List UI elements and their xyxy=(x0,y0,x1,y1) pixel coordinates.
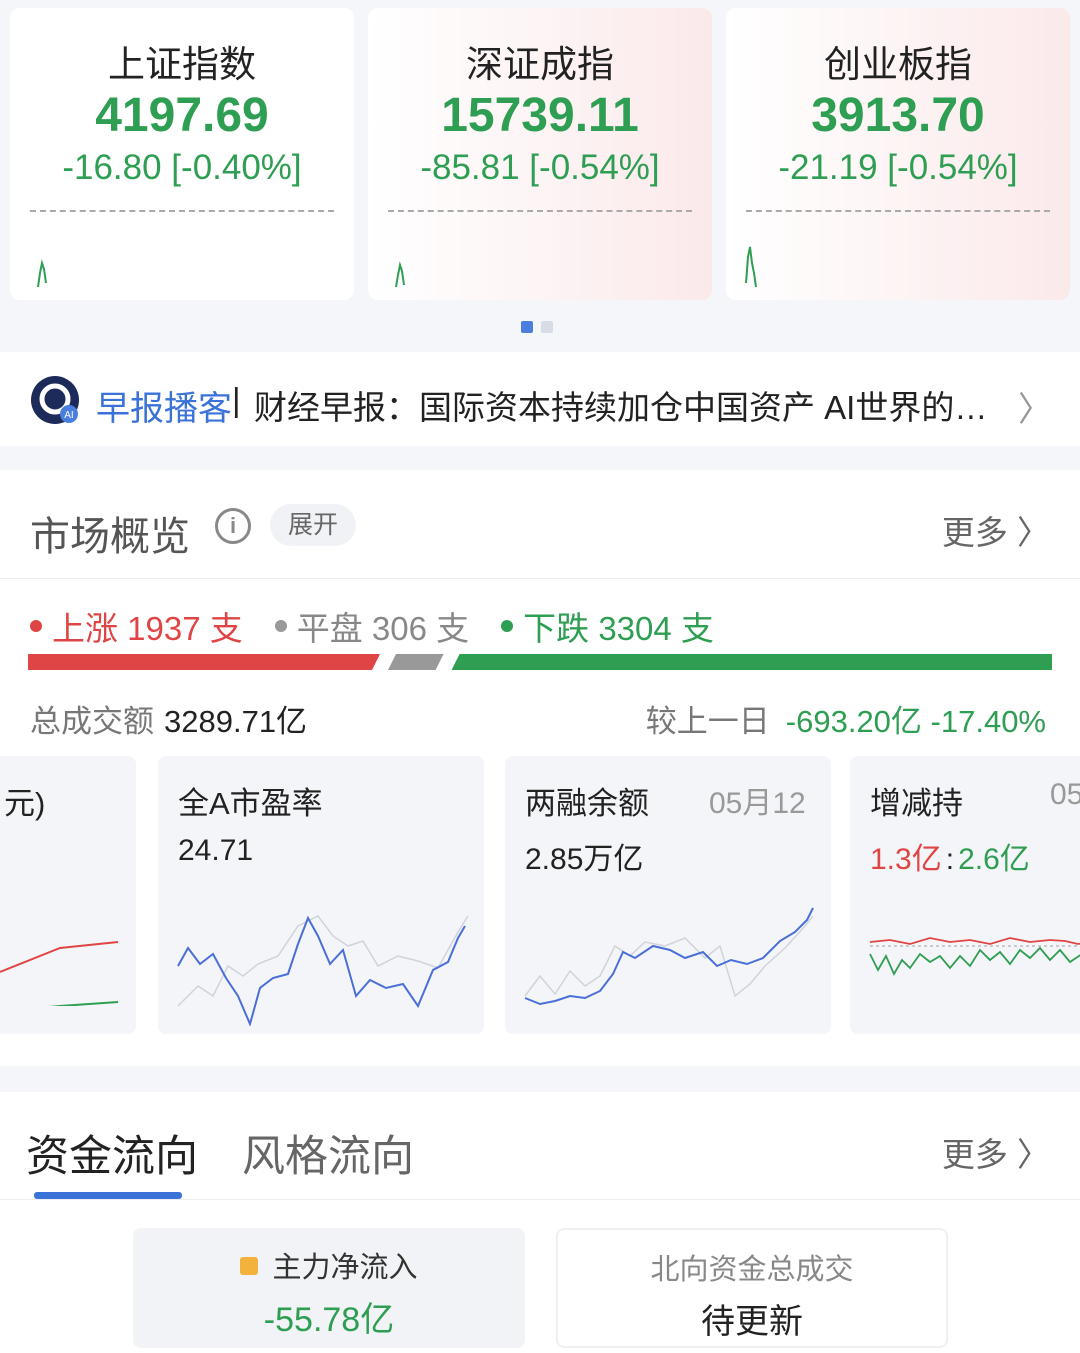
news-headline: 财经早报：国际资本持续加仓中国资产 AI世界的… xyxy=(254,389,988,426)
baseline-divider xyxy=(30,210,334,212)
chevron-right-icon: 〉 xyxy=(1018,391,1052,429)
carousel-dot xyxy=(541,321,553,333)
card-title: 元) xyxy=(4,786,46,821)
northbound-card[interactable]: 北向资金总成交 待更新 xyxy=(556,1228,948,1348)
total-turnover: 总成交额 3289.71亿 xyxy=(30,696,307,741)
tab-fund-flow[interactable]: 资金流向 xyxy=(26,1122,198,1184)
compare-value: -693.20亿 -17.40% xyxy=(785,704,1046,739)
turnover-value: 3289.71亿 xyxy=(164,704,308,739)
index-change: -85.81 [-0.54%] xyxy=(420,148,660,187)
chevron-right-icon: 〉 xyxy=(1007,514,1050,551)
index-change: -21.19 [-0.54%] xyxy=(778,148,1018,187)
stat-up: 上涨 1937 支 xyxy=(30,602,243,650)
divider xyxy=(0,578,1080,579)
advance-decline-bar xyxy=(28,654,1052,670)
card-sparkline xyxy=(0,941,119,1006)
index-card-shanghai[interactable]: 上证指数 4197.69 -16.80 [-0.40%] xyxy=(10,8,354,300)
bar-segment-flat xyxy=(387,654,444,670)
indicator-card-holdings[interactable]: 增减持 05 1.3亿:2.6亿 xyxy=(850,756,1080,1034)
index-sparkline xyxy=(745,246,757,288)
index-change: -16.80 [-0.40%] xyxy=(62,148,302,187)
index-cards-carousel[interactable]: 上证指数 4197.69 -16.80 [-0.40%] 深证成指 15739.… xyxy=(0,0,1080,350)
indicator-card-pe[interactable]: 全A市盈率 24.71 xyxy=(158,756,484,1034)
expand-button[interactable]: 展开 xyxy=(270,504,356,546)
podcast-logo-icon: AI xyxy=(31,376,79,424)
divider xyxy=(0,1199,1080,1200)
card-label: 主力净流入 xyxy=(133,1244,525,1286)
more-label: 更多 xyxy=(941,1136,1008,1173)
index-card-chinext[interactable]: 创业板指 3913.70 -21.19 [-0.54%] xyxy=(726,8,1070,300)
index-value: 4197.69 xyxy=(95,89,269,142)
main-label: 主力净流入 xyxy=(272,1252,418,1284)
advance-decline-stats: 上涨 1937 支 平盘 306 支 下跌 3304 支 xyxy=(30,602,746,650)
tab-style-flow[interactable]: 风格流向 xyxy=(242,1122,414,1184)
down-text: 下跌 3304 支 xyxy=(523,610,714,647)
up-text: 上涨 1937 支 xyxy=(52,610,243,647)
index-sparkline xyxy=(395,261,405,288)
market-overview: 市场概览 i 展开 更多 〉 上涨 1937 支 平盘 306 支 下跌 330… xyxy=(0,470,1080,1066)
stat-flat: 平盘 306 支 xyxy=(274,602,470,650)
turnover-label: 总成交额 xyxy=(30,704,154,739)
card-value-decrease: 2.6亿 xyxy=(958,843,1030,876)
more-link[interactable]: 更多 〉 xyxy=(942,506,1050,554)
card-sparkline xyxy=(524,907,814,1006)
index-name: 创业板指 xyxy=(824,44,972,85)
indicator-cards[interactable]: 元) 全A市盈率 24.71 两融余额 05月12 2.85万亿 增减持 05 … xyxy=(0,756,1080,1036)
main-inflow-value: -55.78亿 xyxy=(263,1301,395,1339)
flat-dot xyxy=(274,620,287,632)
card-title: 两融余额 xyxy=(525,786,649,821)
info-icon[interactable]: i xyxy=(215,508,251,544)
fund-flow-section: 资金流向 风格流向 更多 〉 主力净流入 -55.78亿 北向资金总成交 待更新 xyxy=(0,1092,1080,1353)
section-title: 市场概览 xyxy=(30,515,190,559)
card-title: 全A市盈率 xyxy=(178,786,323,821)
card-date: 05 xyxy=(1050,778,1080,811)
more-label: 更多 xyxy=(941,514,1008,551)
card-value: 2.85万亿 xyxy=(525,843,644,876)
card-sparkline xyxy=(869,937,1080,976)
card-label: 北向资金总成交 xyxy=(650,1254,854,1286)
legend-square-icon xyxy=(240,1257,259,1275)
carousel-indicator xyxy=(521,321,553,333)
northbound-value: 待更新 xyxy=(701,1303,803,1341)
news-tag: 早报播客 xyxy=(96,390,232,428)
index-name: 深证成指 xyxy=(466,44,614,85)
card-sparkline xyxy=(177,915,469,1026)
news-banner[interactable]: AI 早报播客 | 财经早报：国际资本持续加仓中国资产 AI世界的… 〉 xyxy=(0,352,1080,446)
bar-segment-up xyxy=(28,654,380,670)
more-link[interactable]: 更多 〉 xyxy=(942,1128,1050,1176)
turnover-compare: 较上一日 -693.20亿 -17.40% xyxy=(646,696,1046,741)
card-date: 05月12 xyxy=(709,787,806,820)
baseline-divider xyxy=(746,210,1050,212)
up-dot xyxy=(30,620,42,632)
flat-text: 平盘 306 支 xyxy=(296,610,470,647)
chevron-right-icon: 〉 xyxy=(1007,1136,1050,1173)
indicator-card-turnover[interactable]: 元) xyxy=(0,756,136,1034)
card-value: 1.3亿:2.6亿 xyxy=(870,834,1030,878)
card-value-increase: 1.3亿 xyxy=(870,843,942,876)
carousel-dot-active xyxy=(521,321,533,333)
baseline-divider xyxy=(388,210,692,212)
index-value: 3913.70 xyxy=(811,89,985,142)
index-card-shenzhen[interactable]: 深证成指 15739.11 -85.81 [-0.54%] xyxy=(368,8,712,300)
index-sparkline xyxy=(37,259,47,288)
index-value: 15739.11 xyxy=(441,89,639,142)
news-separator: | xyxy=(232,381,241,418)
svg-text:AI: AI xyxy=(64,410,73,421)
compare-label: 较上一日 xyxy=(645,704,770,739)
down-dot xyxy=(501,620,514,632)
bar-segment-down xyxy=(451,654,1052,670)
main-inflow-card[interactable]: 主力净流入 -55.78亿 xyxy=(133,1228,525,1348)
active-tab-indicator xyxy=(34,1192,182,1199)
card-value: 24.71 xyxy=(178,834,254,867)
card-value-separator: : xyxy=(945,843,955,876)
indicator-card-margin[interactable]: 两融余额 05月12 2.85万亿 xyxy=(505,756,831,1034)
stat-down: 下跌 3304 支 xyxy=(501,602,714,650)
index-name: 上证指数 xyxy=(108,44,256,85)
card-title: 增减持 xyxy=(870,786,963,821)
